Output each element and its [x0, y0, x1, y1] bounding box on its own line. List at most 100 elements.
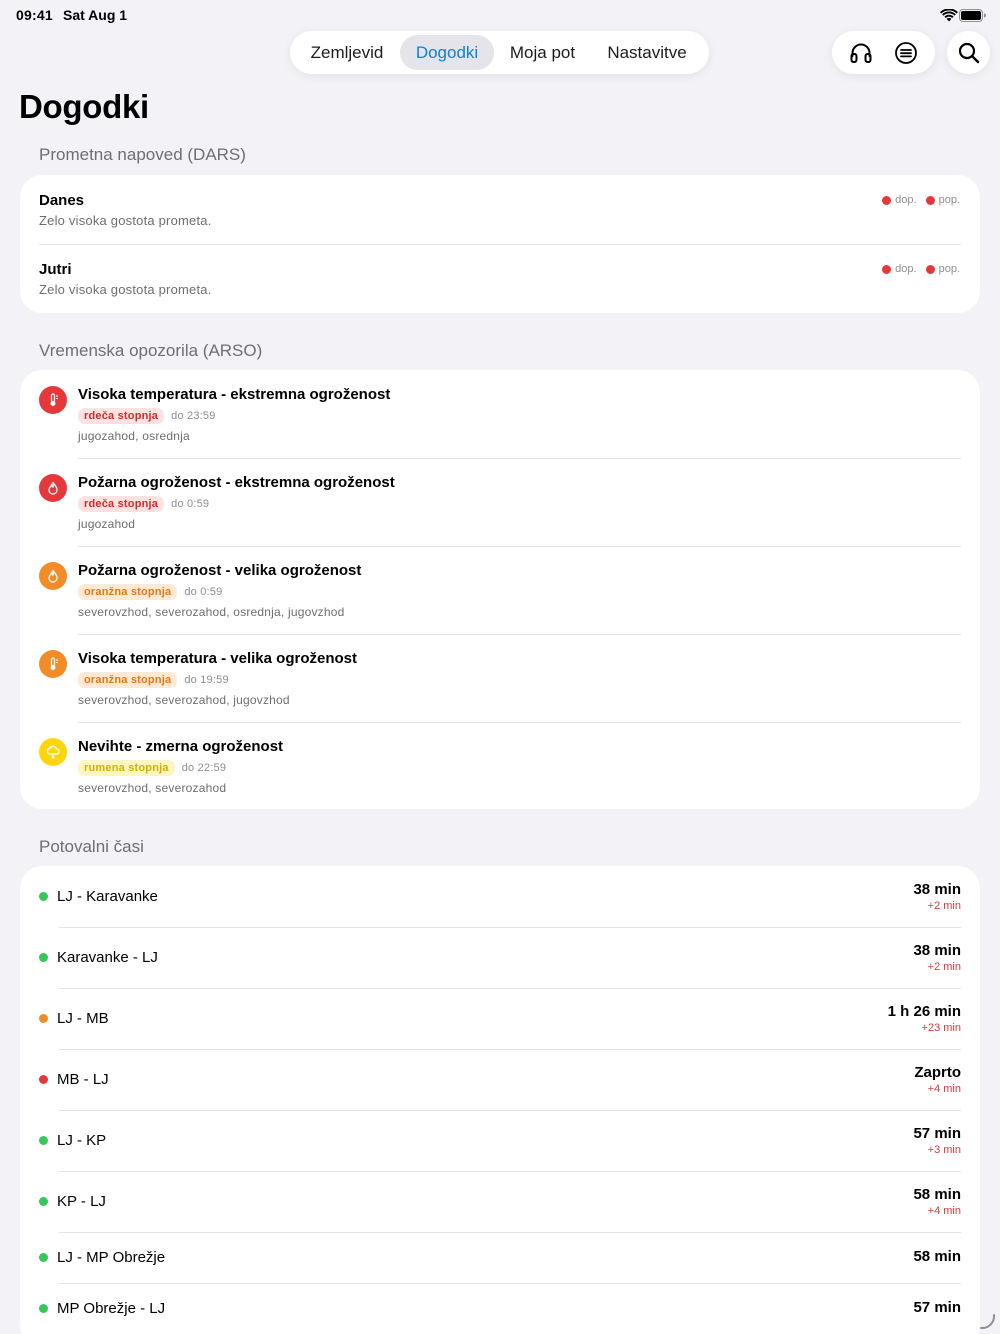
warning-item[interactable]: Požarna ogroženost - ekstremna ogroženos… — [20, 458, 980, 546]
route-time: 38 min — [913, 881, 961, 898]
route-name: Karavanke - LJ — [57, 949, 158, 966]
warning-until: do 0:59 — [184, 586, 223, 598]
travel-section-title: Potovalni časi — [39, 837, 144, 856]
warning-until: do 19:59 — [184, 674, 229, 686]
route-name: LJ - Karavanke — [57, 888, 158, 905]
route-name: MP Obrežje - LJ — [57, 1300, 166, 1317]
warning-level-badge: rdeča stopnja — [78, 408, 165, 424]
search-button[interactable] — [947, 31, 990, 74]
forecast-day: Danes — [39, 192, 85, 209]
warning-item[interactable]: Visoka temperatura - ekstremna ogroženos… — [20, 370, 980, 458]
filter-button[interactable] — [886, 33, 926, 73]
status-time: 09:41 — [16, 7, 53, 23]
warning-item[interactable]: Visoka temperatura - velika ogroženost o… — [20, 634, 980, 722]
morning-label: dop. — [895, 194, 917, 206]
route-name: MB - LJ — [57, 1071, 109, 1088]
route-row[interactable]: LJ - KP 57 min +3 min — [20, 1110, 980, 1171]
warnings-section-title: Vremenska opozorila (ARSO) — [39, 341, 263, 360]
route-time: 57 min — [913, 1125, 961, 1142]
warning-title: Nevihte - zmerna ogroženost — [78, 738, 284, 755]
status-dot — [39, 1197, 48, 1206]
route-delay: +2 min — [927, 961, 961, 973]
status-date: Sat Aug 1 — [63, 7, 128, 23]
status-dot — [39, 1304, 48, 1313]
loading-indicator-icon — [980, 1314, 996, 1330]
route-time: 38 min — [913, 942, 961, 959]
route-delay: +3 min — [927, 1144, 961, 1156]
route-delay: +4 min — [927, 1205, 961, 1217]
forecast-row[interactable]: Jutri Zelo visoka gostota prometa. dop. … — [20, 244, 980, 313]
warning-until: do 23:59 — [171, 410, 216, 422]
status-dot — [39, 892, 48, 901]
route-delay: +23 min — [921, 1022, 961, 1034]
tab-dogodki[interactable]: Dogodki — [400, 35, 494, 70]
fire-icon — [39, 562, 67, 590]
warning-item[interactable]: Nevihte - zmerna ogroženost rumena stopn… — [20, 722, 980, 809]
status-dot — [39, 1075, 48, 1084]
warning-level-badge: oranžna stopnja — [78, 672, 178, 688]
forecast-description: Zelo visoka gostota prometa. — [39, 282, 212, 297]
list-icon — [895, 41, 918, 64]
warning-title: Visoka temperatura - velika ogroženost — [78, 650, 357, 667]
status-dot — [39, 953, 48, 962]
route-row[interactable]: Karavanke - LJ 38 min +2 min — [20, 927, 980, 988]
search-icon — [958, 42, 979, 63]
route-row[interactable]: LJ - MP Obrežje 58 min — [20, 1232, 980, 1283]
route-name: LJ - MP Obrežje — [57, 1249, 166, 1266]
route-time: 58 min — [913, 1186, 961, 1203]
thermometer-icon — [39, 650, 67, 678]
forecast-legend: dop. pop. — [882, 263, 960, 275]
warning-title: Požarna ogroženost - ekstremna ogroženos… — [78, 474, 395, 491]
route-time: 1 h 26 min — [887, 1003, 961, 1020]
warning-until: do 22:59 — [181, 762, 227, 774]
route-delay: +4 min — [927, 1083, 961, 1095]
route-row[interactable]: LJ - MB 1 h 26 min +23 min — [20, 988, 980, 1049]
warning-regions: severovzhod, severozahod, osrednja, jugo… — [78, 605, 345, 619]
headphones-button[interactable] — [841, 33, 881, 73]
route-name: KP - LJ — [57, 1193, 106, 1210]
warning-item[interactable]: Požarna ogroženost - velika ogroženost o… — [20, 546, 980, 634]
forecast-day: Jutri — [39, 261, 72, 278]
warning-level-badge: rumena stopnja — [78, 760, 175, 776]
page-title: Dogodki — [19, 88, 149, 125]
warning-regions: severovzhod, severozahod — [78, 781, 227, 795]
route-time: 57 min — [913, 1299, 961, 1316]
route-time: Zaprto — [914, 1064, 961, 1081]
status-dot — [39, 1136, 48, 1145]
forecast-card: Danes Zelo visoka gostota prometa. dop. … — [20, 175, 980, 313]
afternoon-label: pop. — [938, 263, 960, 275]
morning-label: dop. — [895, 263, 917, 275]
route-row[interactable]: MB - LJ Zaprto +4 min — [20, 1049, 980, 1110]
tab-nastavitve[interactable]: Nastavitve — [591, 35, 703, 70]
warning-title: Požarna ogroženost - velika ogroženost — [78, 562, 362, 579]
status-dot — [39, 1014, 48, 1023]
warning-regions: severovzhod, severozahod, jugovzhod — [78, 693, 290, 707]
route-name: LJ - KP — [57, 1132, 107, 1149]
route-row[interactable]: LJ - Karavanke 38 min +2 min — [20, 866, 980, 927]
headphones-icon — [850, 43, 872, 63]
tab-moja-pot[interactable]: Moja pot — [494, 35, 591, 70]
warning-regions: jugozahod, osrednja — [78, 429, 190, 443]
morning-dot — [882, 195, 892, 205]
route-row[interactable]: MP Obrežje - LJ 57 min — [20, 1283, 980, 1334]
action-group — [832, 31, 935, 74]
forecast-description: Zelo visoka gostota prometa. — [39, 213, 212, 228]
forecast-row[interactable]: Danes Zelo visoka gostota prometa. dop. … — [20, 175, 980, 244]
fire-icon — [39, 474, 67, 502]
afternoon-dot — [925, 195, 935, 205]
battery-icon — [959, 9, 986, 22]
afternoon-dot — [925, 264, 935, 274]
warning-level-badge: oranžna stopnja — [78, 584, 178, 600]
route-name: LJ - MB — [57, 1010, 109, 1027]
status-dot — [39, 1253, 48, 1262]
thermometer-icon — [39, 386, 67, 414]
tab-zemljevid[interactable]: Zemljevid — [294, 35, 400, 70]
storm-cloud-icon — [39, 738, 67, 766]
afternoon-label: pop. — [938, 194, 960, 206]
top-tab-bar: Zemljevid Dogodki Moja pot Nastavitve — [290, 31, 709, 74]
warning-regions: jugozahod — [78, 517, 136, 531]
route-row[interactable]: KP - LJ 58 min +4 min — [20, 1171, 980, 1232]
route-delay: +2 min — [927, 900, 961, 912]
morning-dot — [882, 264, 892, 274]
forecast-section-title: Prometna napoved (DARS) — [39, 145, 246, 164]
